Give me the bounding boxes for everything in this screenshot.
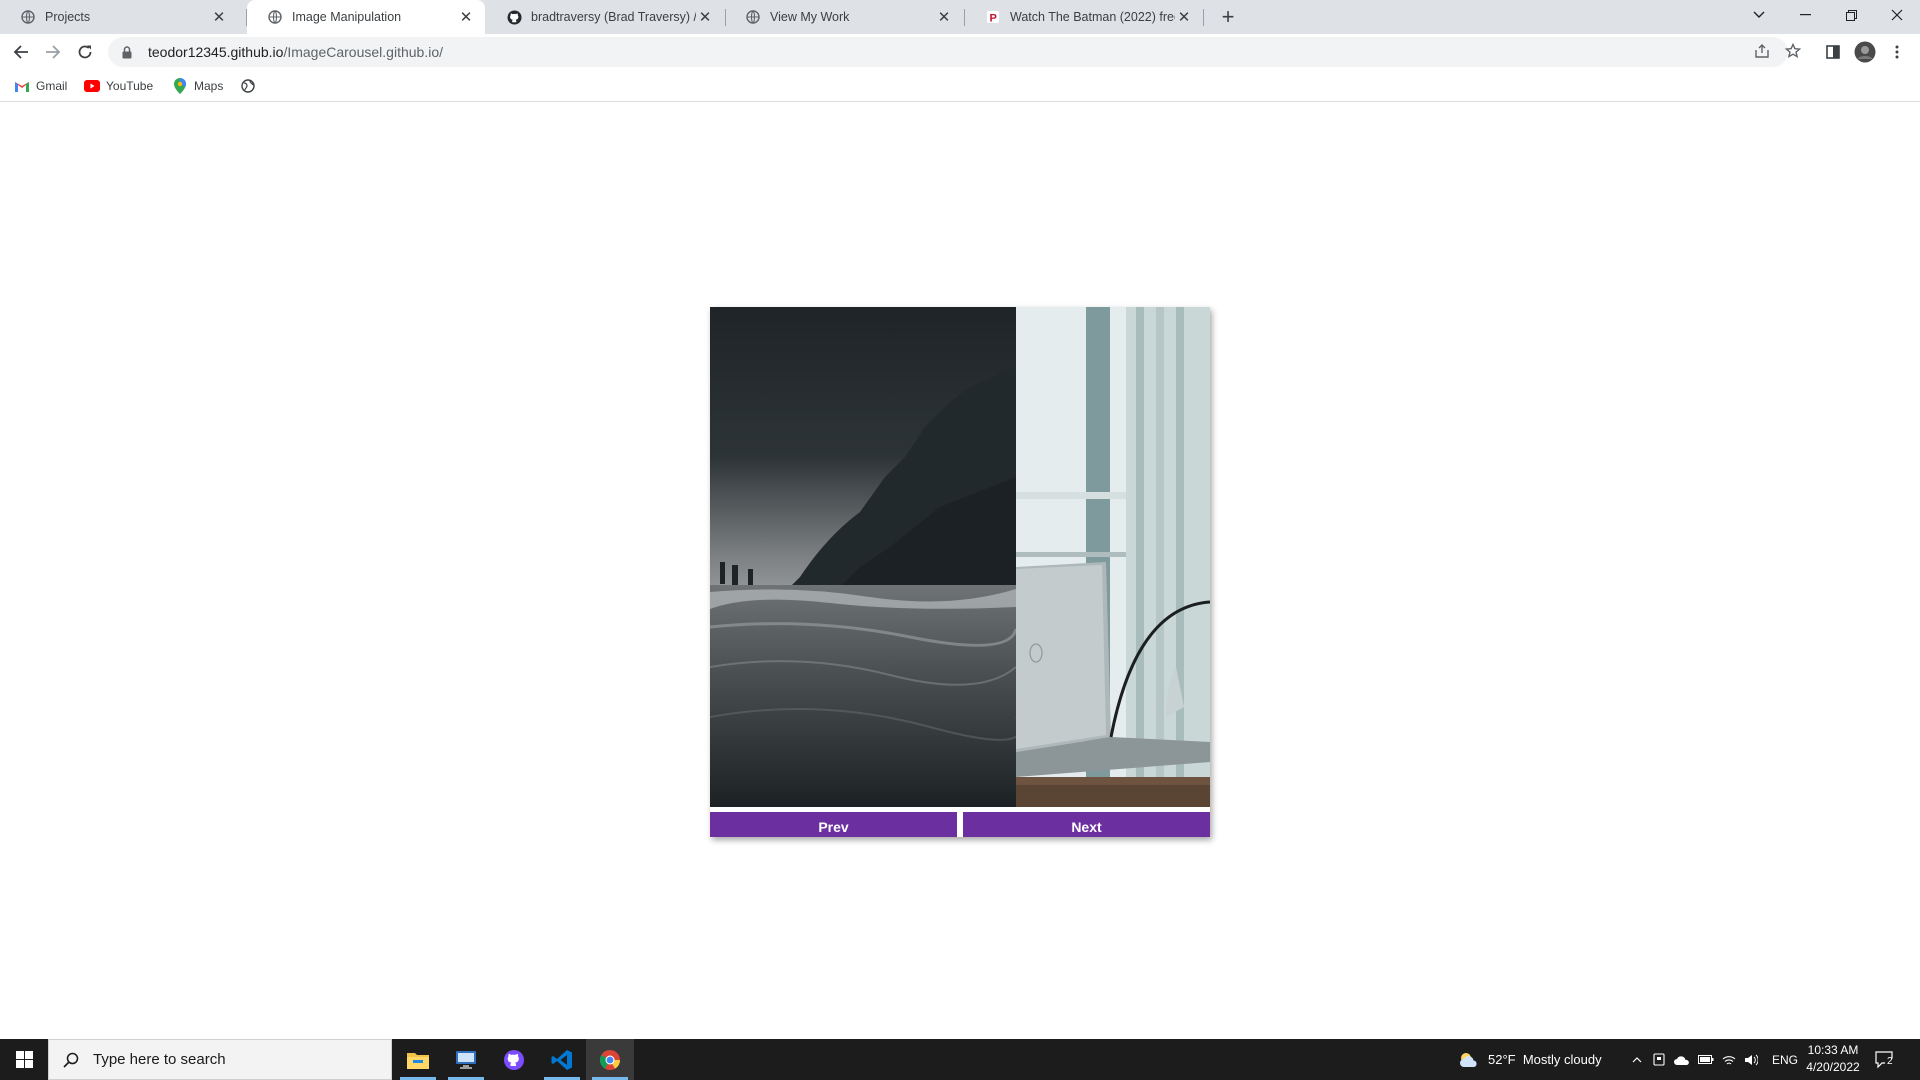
carousel-controls: Prev Next bbox=[710, 812, 1210, 837]
tab-image-manipulation[interactable]: Image Manipulation ✕ bbox=[247, 0, 485, 34]
carousel-image-coast bbox=[710, 307, 1016, 807]
close-icon[interactable]: ✕ bbox=[457, 8, 475, 26]
bookmark-star-icon[interactable] bbox=[1781, 39, 1805, 63]
globe-icon bbox=[267, 9, 283, 25]
address-bar[interactable]: teodor12345.github.io/ImageCarousel.gith… bbox=[108, 37, 1788, 67]
globe-icon bbox=[240, 78, 256, 94]
carousel-slides bbox=[710, 307, 1210, 807]
tab-title: bradtraversy (Brad Traversy) / Re bbox=[531, 10, 696, 24]
tab-watch-the-batman[interactable]: P Watch The Batman (2022) free or ✕ bbox=[965, 0, 1203, 34]
onedrive-icon[interactable] bbox=[1670, 1055, 1694, 1065]
tab-view-my-work[interactable]: View My Work ✕ bbox=[725, 0, 963, 34]
share-icon[interactable] bbox=[1750, 39, 1774, 63]
clock-time: 10:33 AM bbox=[1807, 1043, 1859, 1057]
side-panel-icon[interactable] bbox=[1819, 38, 1847, 66]
tab-strip: Projects ✕ Image Manipulation ✕ bradtrav… bbox=[0, 0, 1920, 34]
search-placeholder: Type here to search bbox=[93, 1051, 226, 1068]
taskbar-search-input[interactable]: Type here to search bbox=[48, 1039, 392, 1080]
page-content: Prev Next bbox=[0, 103, 1920, 1039]
close-icon[interactable]: ✕ bbox=[1175, 8, 1193, 26]
avatar[interactable] bbox=[1851, 38, 1879, 66]
taskbar-clock[interactable]: 10:33 AM 4/20/2022 bbox=[1798, 1042, 1868, 1076]
laptop-illustration bbox=[1016, 307, 1210, 807]
github-icon bbox=[506, 9, 522, 25]
close-icon[interactable]: ✕ bbox=[210, 8, 228, 26]
vscode-icon[interactable] bbox=[538, 1039, 586, 1080]
remote-desktop-icon[interactable] bbox=[442, 1039, 490, 1080]
bookmark-label: Maps bbox=[194, 79, 224, 93]
battery-icon[interactable] bbox=[1694, 1055, 1718, 1064]
cloud-weather-icon bbox=[1458, 1052, 1480, 1068]
tab-separator bbox=[1203, 9, 1204, 26]
next-button[interactable]: Next bbox=[963, 812, 1210, 837]
image-carousel: Prev Next bbox=[710, 307, 1210, 837]
tab-title: Projects bbox=[45, 10, 91, 24]
bookmark-globe[interactable] bbox=[240, 76, 262, 96]
file-explorer-icon[interactable] bbox=[394, 1039, 442, 1080]
tab-search-icon[interactable] bbox=[1736, 0, 1782, 30]
bookmark-youtube[interactable]: YouTube bbox=[84, 76, 153, 96]
bookmark-maps[interactable]: Maps bbox=[172, 76, 223, 96]
prev-button[interactable]: Prev bbox=[710, 812, 957, 837]
close-icon[interactable]: ✕ bbox=[696, 8, 714, 26]
bookmark-label: YouTube bbox=[106, 79, 154, 93]
globe-icon bbox=[20, 9, 36, 25]
minimize-icon[interactable] bbox=[1782, 0, 1828, 30]
restore-icon[interactable] bbox=[1828, 0, 1874, 30]
coast-illustration bbox=[710, 307, 1016, 807]
weather-text: 52°F Mostly cloudy bbox=[1488, 1052, 1602, 1067]
globe-icon bbox=[745, 9, 761, 25]
close-window-icon[interactable] bbox=[1874, 0, 1920, 30]
tray-icons: ENG bbox=[1626, 1039, 1798, 1080]
bookmark-label: Gmail bbox=[36, 79, 68, 93]
close-icon[interactable]: ✕ bbox=[935, 8, 953, 26]
meet-now-icon[interactable] bbox=[1648, 1053, 1670, 1066]
tab-projects[interactable]: Projects ✕ bbox=[0, 0, 238, 34]
notification-count: 2 bbox=[1887, 1056, 1893, 1067]
back-icon[interactable] bbox=[7, 38, 35, 66]
url-host: teodor12345.github.io bbox=[148, 44, 284, 60]
chevron-up-icon[interactable] bbox=[1626, 1056, 1648, 1063]
tab-title: Image Manipulation bbox=[292, 10, 402, 24]
pinterest-icon: P bbox=[985, 9, 1001, 25]
tab-title: View My Work bbox=[770, 10, 850, 24]
windows-start-icon[interactable] bbox=[0, 1039, 48, 1080]
notification-center-icon[interactable]: 2 bbox=[1872, 1047, 1898, 1073]
weather-widget[interactable]: 52°F Mostly cloudy bbox=[1458, 1039, 1602, 1080]
github-desktop-icon[interactable] bbox=[490, 1039, 538, 1080]
clock-date: 4/20/2022 bbox=[1806, 1060, 1860, 1074]
browser-toolbar: teodor12345.github.io/ImageCarousel.gith… bbox=[0, 34, 1920, 70]
tab-title: Watch The Batman (2022) free or bbox=[1010, 10, 1175, 24]
forward-icon[interactable] bbox=[39, 38, 67, 66]
tab-github-bradtraversy[interactable]: bradtraversy (Brad Traversy) / Re ✕ bbox=[486, 0, 724, 34]
carousel-image-laptop bbox=[1016, 307, 1210, 807]
bookmarks-bar: Gmail YouTube Maps bbox=[0, 70, 1920, 102]
menu-dots-icon[interactable] bbox=[1883, 38, 1911, 66]
lock-icon[interactable] bbox=[122, 45, 134, 59]
chrome-icon[interactable] bbox=[586, 1039, 634, 1080]
new-tab-button[interactable]: + bbox=[1215, 4, 1241, 30]
svg-text:P: P bbox=[990, 13, 997, 25]
bookmark-gmail[interactable]: Gmail bbox=[14, 76, 67, 96]
reload-icon[interactable] bbox=[71, 38, 99, 66]
windows-taskbar: Type here to search 52°F Mostly cloudy E… bbox=[0, 1039, 1920, 1080]
youtube-icon bbox=[84, 78, 100, 94]
language-indicator[interactable]: ENG bbox=[1772, 1053, 1798, 1067]
gmail-icon bbox=[14, 78, 30, 94]
wifi-icon[interactable] bbox=[1718, 1054, 1740, 1066]
search-icon bbox=[63, 1051, 81, 1069]
url-path: /ImageCarousel.github.io/ bbox=[283, 44, 443, 60]
maps-icon bbox=[172, 78, 188, 94]
volume-icon[interactable] bbox=[1740, 1054, 1762, 1066]
